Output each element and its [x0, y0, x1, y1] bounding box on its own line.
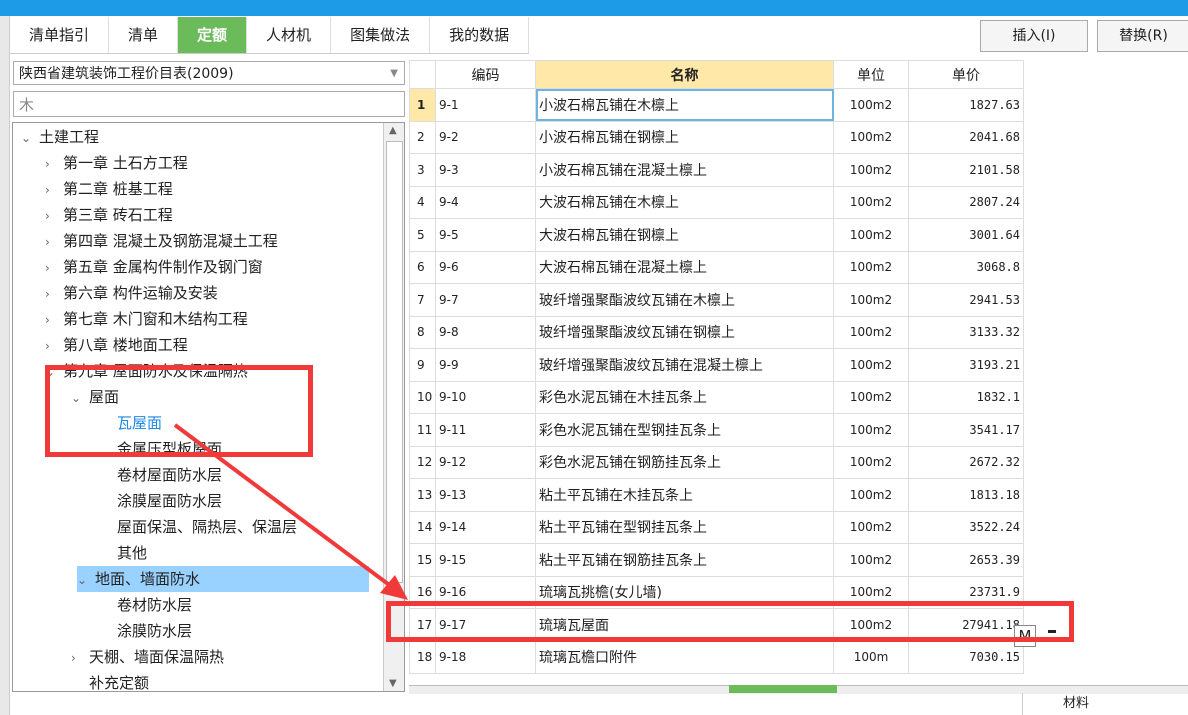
- arrow-line: [173, 423, 398, 592]
- annotation-arrow: [173, 423, 408, 600]
